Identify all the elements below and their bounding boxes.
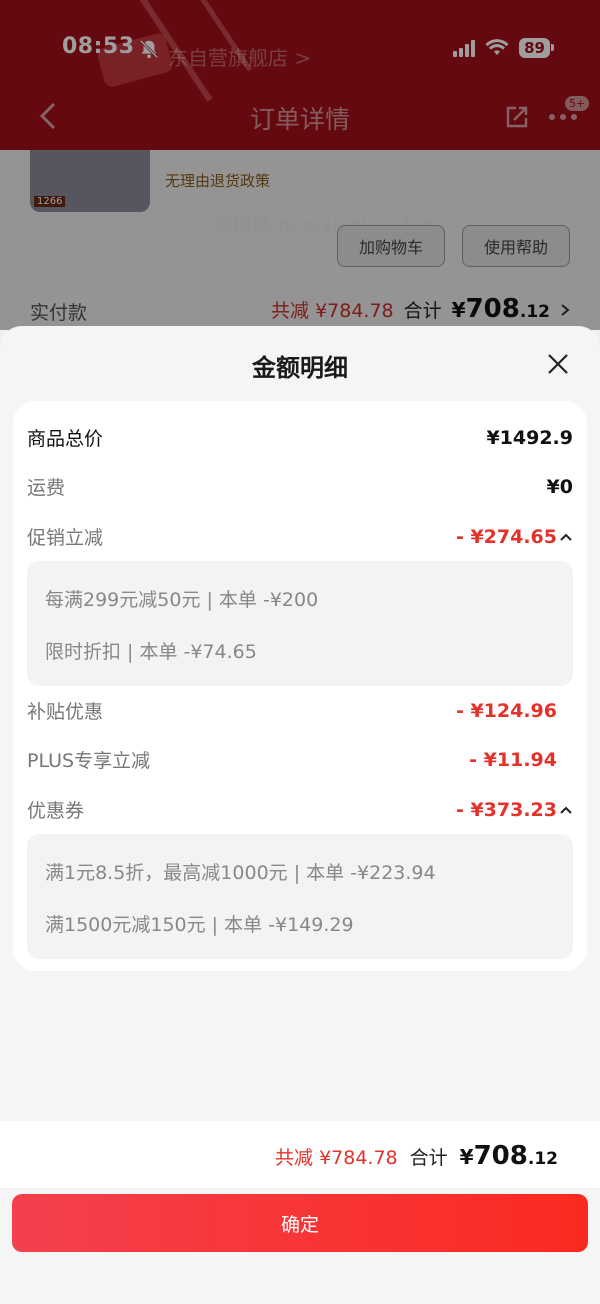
shipping-label: 运费 xyxy=(27,477,66,499)
promo-label: 促销立减 xyxy=(27,527,104,549)
close-icon[interactable] xyxy=(546,352,570,376)
footer-total-label: 合计 xyxy=(409,1147,448,1169)
goods-total-row: 商品总价 ¥1492.9 xyxy=(27,424,573,451)
subsidy-value: - ¥124.96 xyxy=(455,699,557,722)
footer-reduced: 共减 ¥784.78 xyxy=(275,1147,398,1169)
footer-total-int: 708 xyxy=(473,1141,528,1171)
confirm-button[interactable]: 确定 xyxy=(12,1194,588,1252)
plus-row: PLUS专享立减 - ¥11.94 xyxy=(27,746,573,773)
promo-detail-item: 限时折扣 | 本单 -¥74.65 xyxy=(45,641,257,663)
shipping-row: 运费 ¥0 xyxy=(27,473,573,500)
goods-total-label: 商品总价 xyxy=(27,428,104,450)
footer-total-symbol: ¥ xyxy=(459,1145,474,1169)
coupon-value: - ¥373.23 xyxy=(455,798,557,821)
promo-row[interactable]: 促销立减 - ¥274.65 xyxy=(27,523,573,550)
subsidy-label: 补贴优惠 xyxy=(27,701,104,723)
promo-details-box: 每满299元减50元 | 本单 -¥200 限时折扣 | 本单 -¥74.65 xyxy=(27,561,573,686)
amount-detail-sheet: 金额明细 商品总价 ¥1492.9 运费 ¥0 促销立减 - ¥274.65 每… xyxy=(0,326,600,1304)
plus-label: PLUS专享立减 xyxy=(27,750,151,772)
plus-value: - ¥11.94 xyxy=(469,748,557,771)
chevron-up-icon[interactable] xyxy=(559,805,573,815)
subsidy-row: 补贴优惠 - ¥124.96 xyxy=(27,697,573,724)
chevron-up-icon[interactable] xyxy=(559,532,573,542)
coupon-detail-item: 满1500元减150元 | 本单 -¥149.29 xyxy=(45,914,354,936)
footer-total-dec: .12 xyxy=(527,1149,558,1169)
sheet-footer: 共减 ¥784.78 合计 ¥708.12 xyxy=(0,1121,600,1189)
promo-value: - ¥274.65 xyxy=(455,525,557,548)
dim-overlay[interactable] xyxy=(0,0,600,330)
coupon-label: 优惠券 xyxy=(27,800,85,822)
shipping-value: ¥0 xyxy=(546,475,573,498)
promo-detail-item: 每满299元减50元 | 本单 -¥200 xyxy=(45,589,319,611)
goods-total-value: ¥1492.9 xyxy=(486,426,573,449)
sheet-title: 金额明细 xyxy=(252,354,348,382)
coupon-details-box: 满1元8.5折，最高减1000元 | 本单 -¥223.94 满1500元减15… xyxy=(27,834,573,959)
amount-detail-card: 商品总价 ¥1492.9 运费 ¥0 促销立减 - ¥274.65 每满299元… xyxy=(13,401,587,971)
coupon-detail-item: 满1元8.5折，最高减1000元 | 本单 -¥223.94 xyxy=(45,862,436,884)
coupon-row[interactable]: 优惠券 - ¥373.23 xyxy=(27,796,573,823)
footer-total: 共减 ¥784.78 合计 ¥708.12 xyxy=(275,1141,558,1171)
